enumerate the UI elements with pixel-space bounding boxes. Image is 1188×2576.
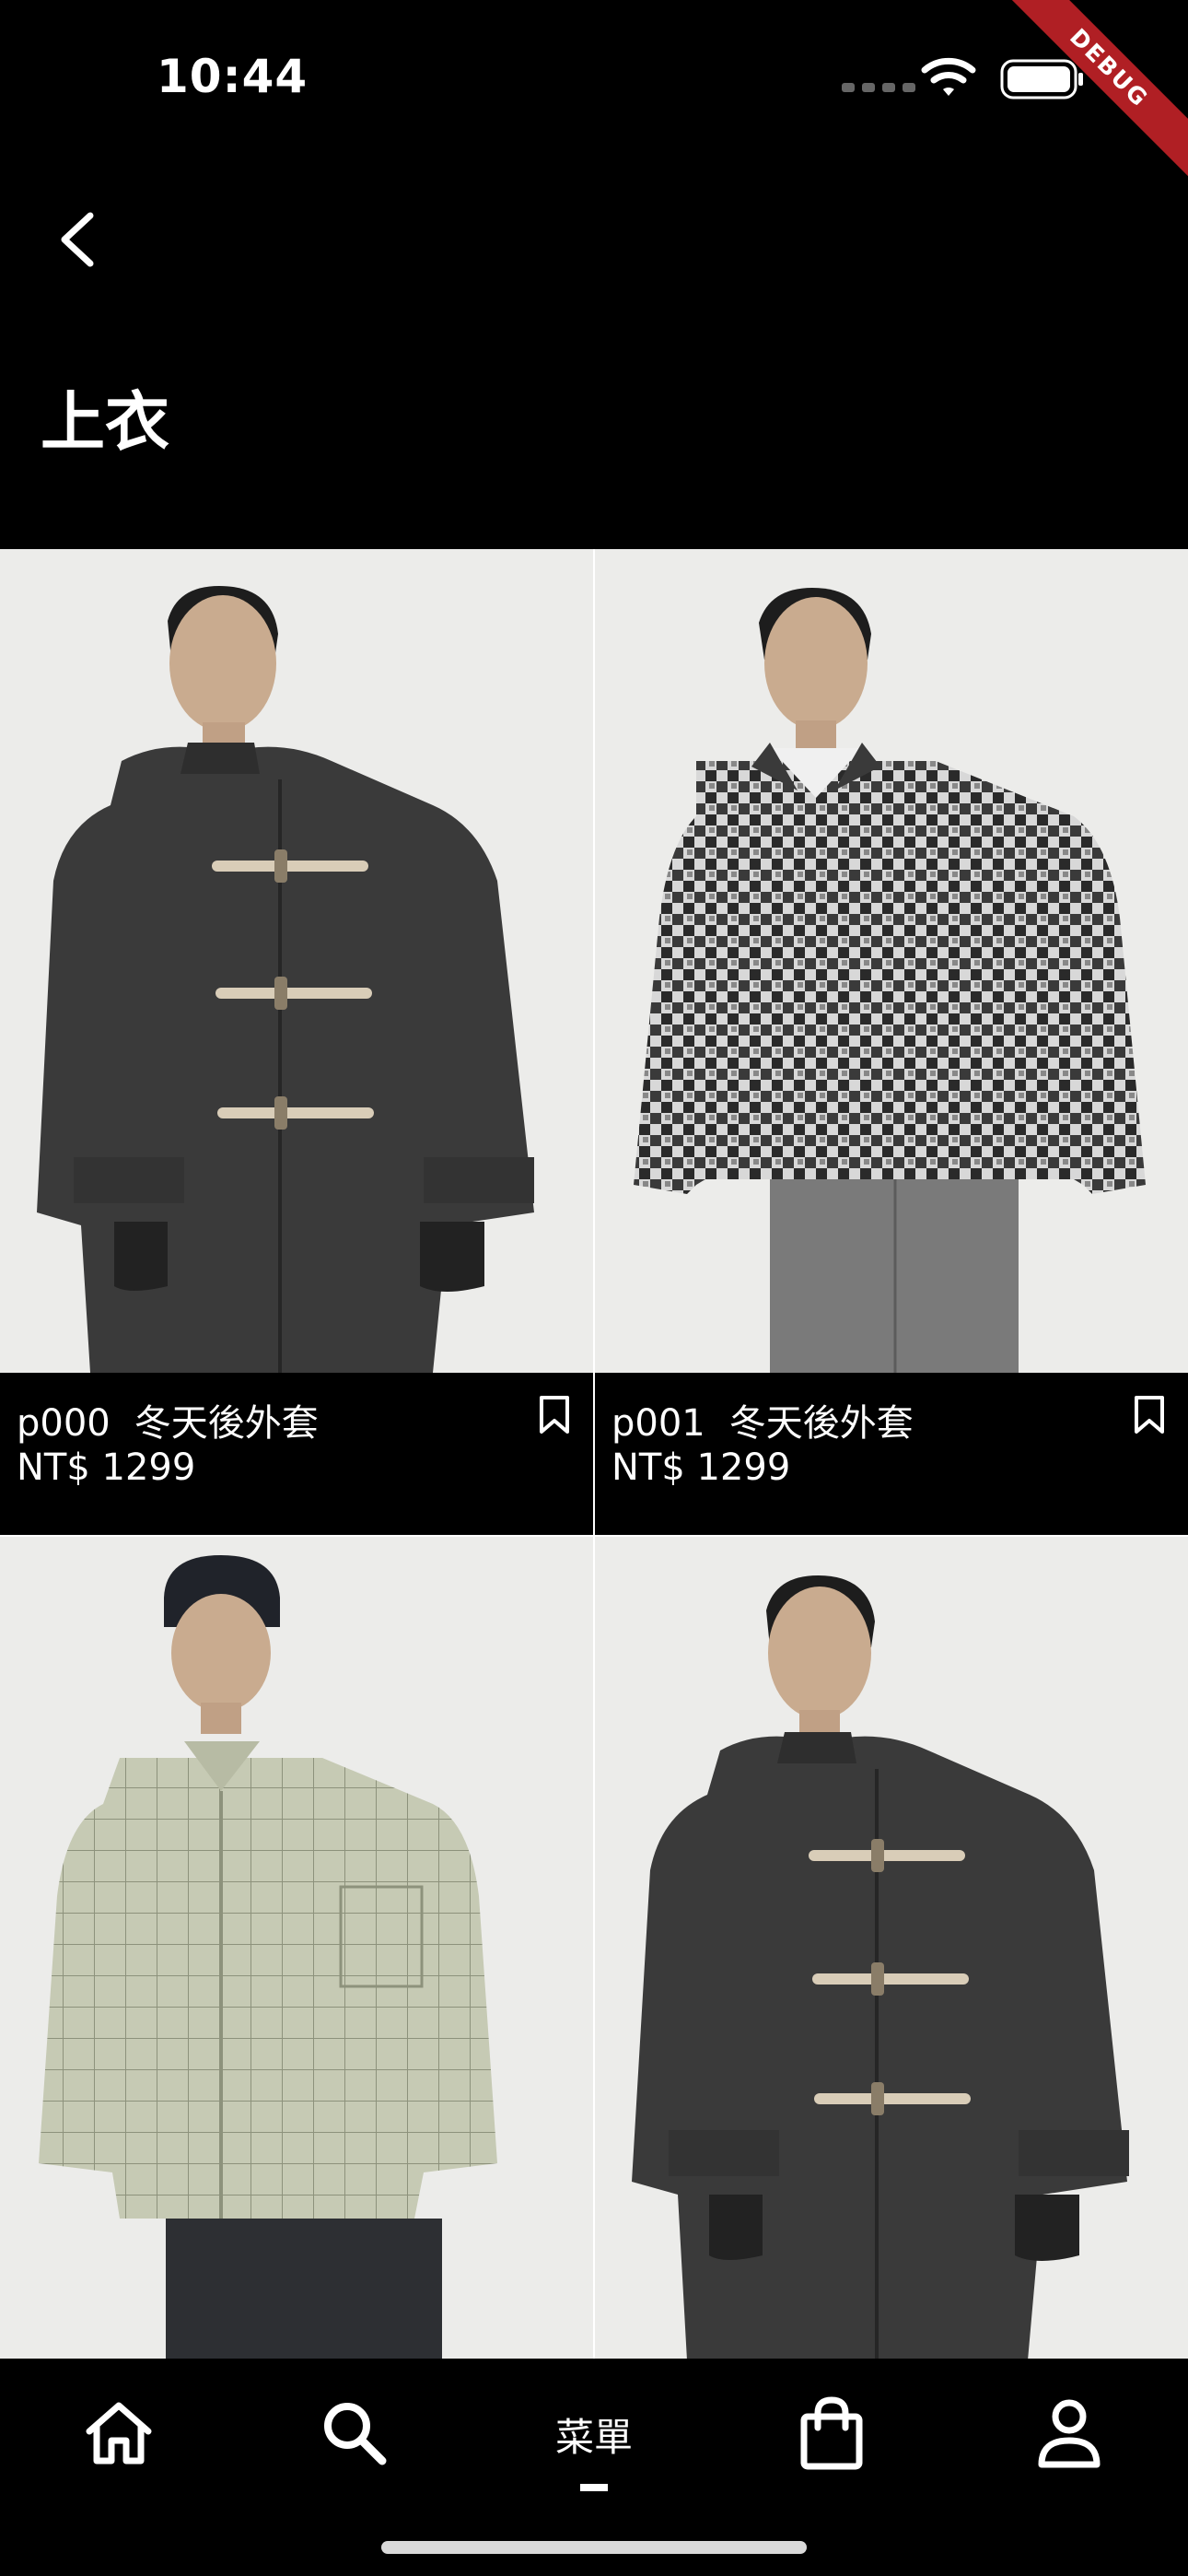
status-bar: 10:44 DEBUG — [0, 0, 1188, 181]
product-title: 冬天後外套 — [728, 1402, 914, 1445]
battery-icon — [1000, 59, 1083, 100]
nav-home[interactable] — [77, 2392, 160, 2475]
product-price: NT$ 1299 — [611, 1446, 791, 1489]
product-image[interactable] — [0, 1537, 593, 2360]
product-image[interactable] — [595, 1537, 1188, 2360]
wifi-icon — [921, 57, 976, 96]
product-card[interactable]: p000 冬天後外套 NT$ 1299 — [0, 549, 595, 1537]
product-id: p001 — [611, 1402, 705, 1445]
product-card[interactable]: p001 冬天後外套 NT$ 1299 — [593, 549, 1188, 1537]
product-price: NT$ 1299 — [17, 1446, 196, 1489]
product-grid: p000 冬天後外套 NT$ 1299 p001 冬天後外套 NT$ 1299 — [0, 549, 1188, 2543]
search-icon — [324, 2403, 387, 2465]
bookmark-icon[interactable] — [1133, 1395, 1166, 1435]
nav-account[interactable] — [1028, 2392, 1111, 2475]
shopping-bag-icon — [800, 2396, 863, 2470]
nav-active-indicator — [580, 2484, 608, 2491]
bookmark-icon[interactable] — [538, 1395, 571, 1435]
product-info[interactable]: p001 冬天後外套 NT$ 1299 — [595, 1375, 1188, 1535]
page-title: 上衣 — [41, 384, 169, 460]
home-icon — [86, 2402, 152, 2465]
nav-bag[interactable] — [790, 2392, 873, 2475]
product-name: p001 冬天後外套 — [611, 1393, 914, 1446]
user-icon — [1038, 2399, 1101, 2468]
nav-search[interactable] — [313, 2392, 396, 2475]
product-info[interactable]: p000 冬天後外套 NT$ 1299 — [0, 1375, 593, 1535]
product-image[interactable] — [595, 549, 1188, 1373]
product-image[interactable] — [0, 549, 593, 1373]
nav-menu[interactable]: 菜單 — [536, 2406, 652, 2463]
back-button[interactable] — [48, 206, 107, 273]
product-name: p000 冬天後外套 — [17, 1393, 319, 1446]
status-time: 10:44 — [157, 50, 309, 103]
home-indicator[interactable] — [381, 2541, 807, 2554]
cellular-signal-icon — [842, 83, 915, 92]
product-id: p000 — [17, 1402, 111, 1445]
product-title: 冬天後外套 — [134, 1402, 319, 1445]
